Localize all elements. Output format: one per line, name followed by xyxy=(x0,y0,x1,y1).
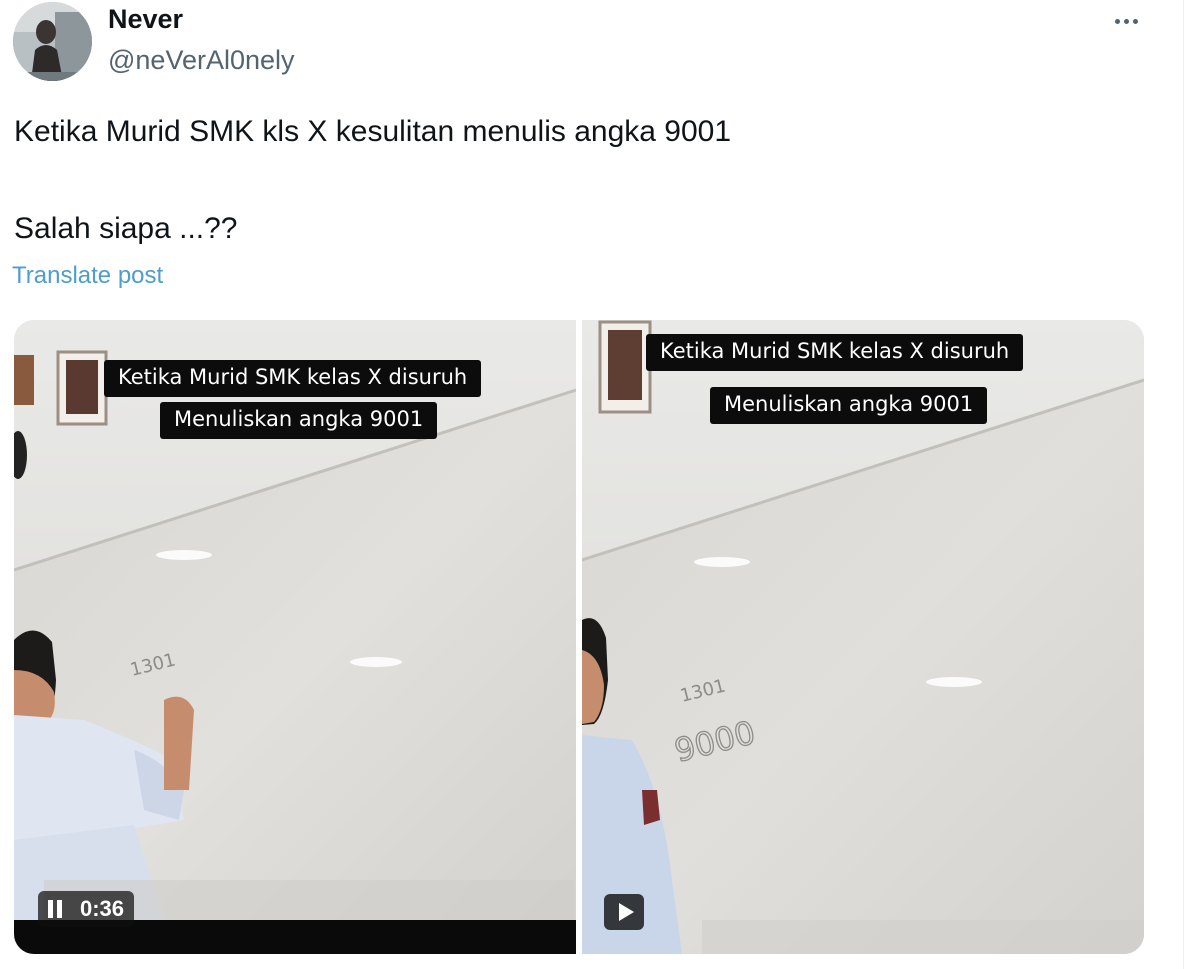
media-grid: 1301 Ketika Murid SMK kelas X disuruh Me… xyxy=(14,320,1144,954)
avatar[interactable] xyxy=(13,2,92,81)
play-button[interactable] xyxy=(604,894,644,930)
author-handle[interactable]: @neVerAl0nely xyxy=(108,45,295,76)
more-options-button[interactable] xyxy=(1104,4,1148,38)
play-icon xyxy=(618,903,634,921)
translate-post-link[interactable]: Translate post xyxy=(12,262,163,290)
video-caption-line-1: Ketika Murid SMK kelas X disuruh xyxy=(104,360,482,397)
post-text-line-2: Salah siapa ...?? xyxy=(14,212,238,245)
column-border xyxy=(1183,0,1184,969)
post-text-line-1: Ketika Murid SMK kls X kesulitan menulis… xyxy=(14,115,732,148)
video-caption-line-1: Ketika Murid SMK kelas X disuruh xyxy=(646,334,1024,371)
author-display-name[interactable]: Never xyxy=(108,4,183,35)
pause-icon xyxy=(48,900,66,918)
video-caption-line-2: Menuliskan angka 9001 xyxy=(160,402,438,439)
ellipsis-icon xyxy=(1114,18,1120,24)
avatar-photo xyxy=(13,2,92,81)
video-player-2[interactable]: 1301 9000 Ketika Murid SMK kelas X disur… xyxy=(582,320,1144,954)
video-caption-line-2: Menuliskan angka 9001 xyxy=(710,387,988,424)
post-container: Never @neVerAl0nely Ketika Murid SMK kls… xyxy=(0,0,1200,969)
video-player-1[interactable]: 1301 Ketika Murid SMK kelas X disuruh Me… xyxy=(14,320,576,954)
video-timestamp: 0:36 xyxy=(80,896,125,921)
media-divider xyxy=(576,320,582,954)
playback-control[interactable]: 0:36 xyxy=(38,891,135,927)
